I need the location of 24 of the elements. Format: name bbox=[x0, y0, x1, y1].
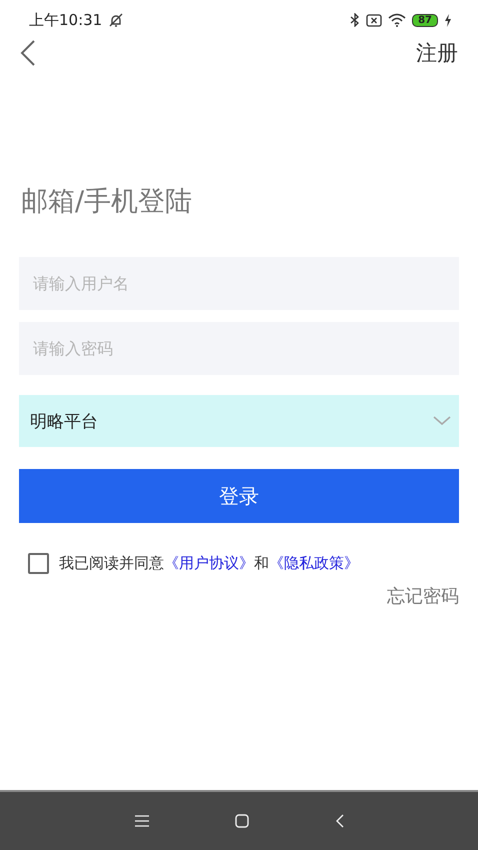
register-link[interactable]: 注册 bbox=[416, 39, 458, 67]
bluetooth-icon bbox=[350, 13, 360, 27]
page-title: 邮箱/手机登陆 bbox=[21, 185, 194, 219]
home-icon[interactable] bbox=[234, 814, 248, 828]
back-button[interactable] bbox=[20, 39, 36, 67]
back-icon[interactable] bbox=[334, 814, 344, 828]
sim-error-icon bbox=[366, 14, 382, 26]
password-field[interactable]: 请输入密码 bbox=[19, 322, 459, 375]
alarm-off-icon bbox=[108, 12, 124, 28]
platform-dropdown[interactable]: 明略平台 bbox=[19, 395, 459, 447]
policy-link[interactable]: 《隐私政策》 bbox=[269, 554, 359, 572]
status-time: 上午10:31 bbox=[29, 10, 102, 30]
forgot-password-link[interactable]: 忘记密码 bbox=[387, 584, 459, 608]
login-button[interactable]: 登录 bbox=[19, 469, 459, 523]
wifi-icon bbox=[388, 13, 406, 27]
menu-icon[interactable] bbox=[134, 815, 148, 827]
back-icon bbox=[20, 39, 36, 67]
charging-icon bbox=[444, 14, 452, 26]
policy-link[interactable]: 《用户协议》 bbox=[164, 554, 254, 572]
agreement-checkbox[interactable] bbox=[28, 553, 49, 574]
battery-indicator: 87 bbox=[412, 14, 438, 26]
agreement-text: 我已阅读并同意《用户协议》和《隐私政策》 bbox=[59, 554, 359, 573]
username-field[interactable]: 请输入用户名 bbox=[19, 257, 459, 310]
chevron-down-icon bbox=[433, 416, 451, 426]
